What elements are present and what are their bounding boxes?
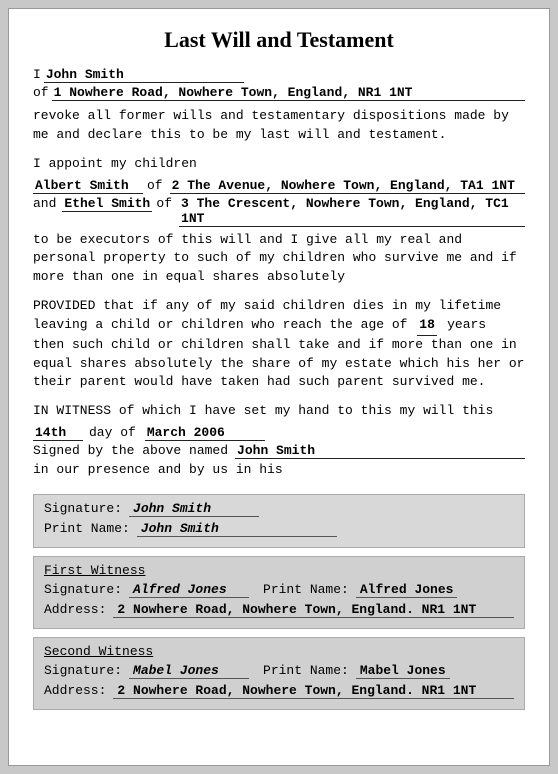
age-value: 18	[417, 316, 437, 336]
fw-addr-label: Address:	[44, 602, 106, 617]
signed-line: Signed by the above named John Smith	[33, 443, 525, 459]
fw-print-value: Alfred Jones	[356, 582, 458, 598]
signature-section: Signature: John Smith Print Name: John S…	[33, 494, 525, 548]
day-value: 14th	[33, 425, 83, 441]
witness-intro: IN WITNESS of which I have set my hand t…	[33, 402, 525, 421]
testator-address-line: of 1 Nowhere Road, Nowhere Town, England…	[33, 85, 525, 101]
sw-print-label: Print Name:	[263, 663, 349, 678]
sig-value: John Smith	[129, 501, 259, 517]
fw-addr-row: Address: 2 Nowhere Road, Nowhere Town, E…	[44, 602, 514, 618]
presence-text: in our presence and by us in his	[33, 461, 525, 480]
fw-addr-value: 2 Nowhere Road, Nowhere Town, England. N…	[113, 602, 514, 618]
i-label: I	[33, 67, 41, 82]
child1-line: Albert Smith of 2 The Avenue, Nowhere To…	[33, 178, 525, 194]
child2-address: 3 The Crescent, Nowhere Town, England, T…	[179, 196, 525, 227]
sw-addr-value: 2 Nowhere Road, Nowhere Town, England. N…	[113, 683, 514, 699]
print-value: John Smith	[137, 521, 337, 537]
date-line: 14th day of March 2006	[33, 425, 525, 441]
executor-text: to be executors of this will and I give …	[33, 231, 525, 288]
sw-addr-label: Address:	[44, 683, 106, 698]
fw-sig-row: Signature: Alfred Jones Print Name: Alfr…	[44, 582, 514, 598]
second-witness-section: Second Witness Signature: Mabel Jones Pr…	[33, 637, 525, 710]
sw-sig-label: Signature:	[44, 663, 122, 678]
sig-label: Signature:	[44, 501, 122, 516]
fw-sig-value: Alfred Jones	[129, 582, 249, 598]
fw-sig-label: Signature:	[44, 582, 122, 597]
second-witness-heading: Second Witness	[44, 644, 153, 659]
testator-address: 1 Nowhere Road, Nowhere Town, England, N…	[52, 85, 525, 101]
sw-sig-row: Signature: Mabel Jones Print Name: Mabel…	[44, 663, 514, 679]
appoint-text: I appoint my children	[33, 155, 525, 174]
fw-print-label: Print Name:	[263, 582, 349, 597]
signed-name: John Smith	[235, 443, 525, 459]
testator-name-line: I John Smith	[33, 67, 525, 83]
month-year-value: March 2006	[145, 425, 265, 441]
child1-address: 2 The Avenue, Nowhere Town, England, TA1…	[170, 178, 525, 194]
day-label: day of	[89, 425, 136, 440]
of-label: of	[33, 85, 49, 100]
first-witness-section: First Witness Signature: Alfred Jones Pr…	[33, 556, 525, 629]
provided-text: PROVIDED that if any of my said children…	[33, 297, 525, 392]
page-title: Last Will and Testament	[33, 27, 525, 53]
first-witness-heading: First Witness	[44, 563, 145, 578]
sw-addr-row: Address: 2 Nowhere Road, Nowhere Town, E…	[44, 683, 514, 699]
sw-sig-value: Mabel Jones	[129, 663, 249, 679]
child1-of-label: of	[147, 178, 163, 193]
and-label: and	[33, 196, 56, 211]
signed-label: Signed by the above named	[33, 443, 228, 458]
sig-name-row: Signature: John Smith	[44, 501, 514, 517]
print-label: Print Name:	[44, 521, 130, 536]
document-page: Last Will and Testament I John Smith of …	[8, 8, 550, 766]
child1-name: Albert Smith	[33, 178, 143, 194]
child2-of-label: of	[156, 196, 172, 211]
print-name-row: Print Name: John Smith	[44, 521, 514, 537]
revoke-text: revoke all former wills and testamentary…	[33, 107, 525, 145]
child2-line: and Ethel Smith of 3 The Crescent, Nowhe…	[33, 196, 525, 227]
sw-print-value: Mabel Jones	[356, 663, 450, 679]
testator-name: John Smith	[44, 67, 244, 83]
child2-name: Ethel Smith	[62, 196, 152, 212]
